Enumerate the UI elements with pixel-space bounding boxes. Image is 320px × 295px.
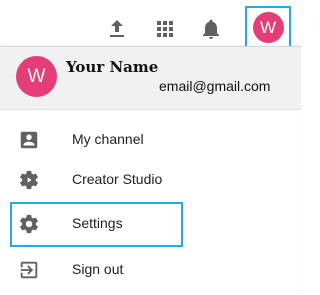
account-avatar: W bbox=[16, 56, 57, 97]
account-menu: W Your Name email@gmail.com My channel C… bbox=[0, 46, 301, 295]
menu-item-label: Sign out bbox=[72, 261, 124, 277]
menu-item-label: My channel bbox=[72, 131, 144, 147]
apps-grid-icon[interactable] bbox=[153, 17, 177, 41]
upload-icon[interactable] bbox=[105, 17, 129, 41]
account-email: email@gmail.com bbox=[159, 78, 271, 94]
account-avatar-button[interactable]: W bbox=[245, 6, 291, 49]
account-box-icon bbox=[20, 131, 38, 149]
sign-out-icon bbox=[20, 261, 38, 279]
menu-item-creator-studio[interactable]: Creator Studio bbox=[0, 160, 301, 200]
gear-icon bbox=[20, 214, 38, 234]
account-name: Your Name bbox=[66, 58, 159, 76]
account-header: W Your Name email@gmail.com bbox=[0, 47, 301, 110]
menu-item-label: Creator Studio bbox=[72, 171, 163, 187]
notifications-bell-icon[interactable] bbox=[199, 17, 223, 41]
menu-item-settings[interactable]: Settings bbox=[0, 204, 301, 244]
menu-item-label: Settings bbox=[72, 215, 123, 231]
avatar: W bbox=[252, 12, 284, 43]
menu-item-my-channel[interactable]: My channel bbox=[0, 120, 301, 160]
menu-item-sign-out[interactable]: Sign out bbox=[0, 250, 301, 290]
gear-play-icon bbox=[20, 170, 38, 190]
